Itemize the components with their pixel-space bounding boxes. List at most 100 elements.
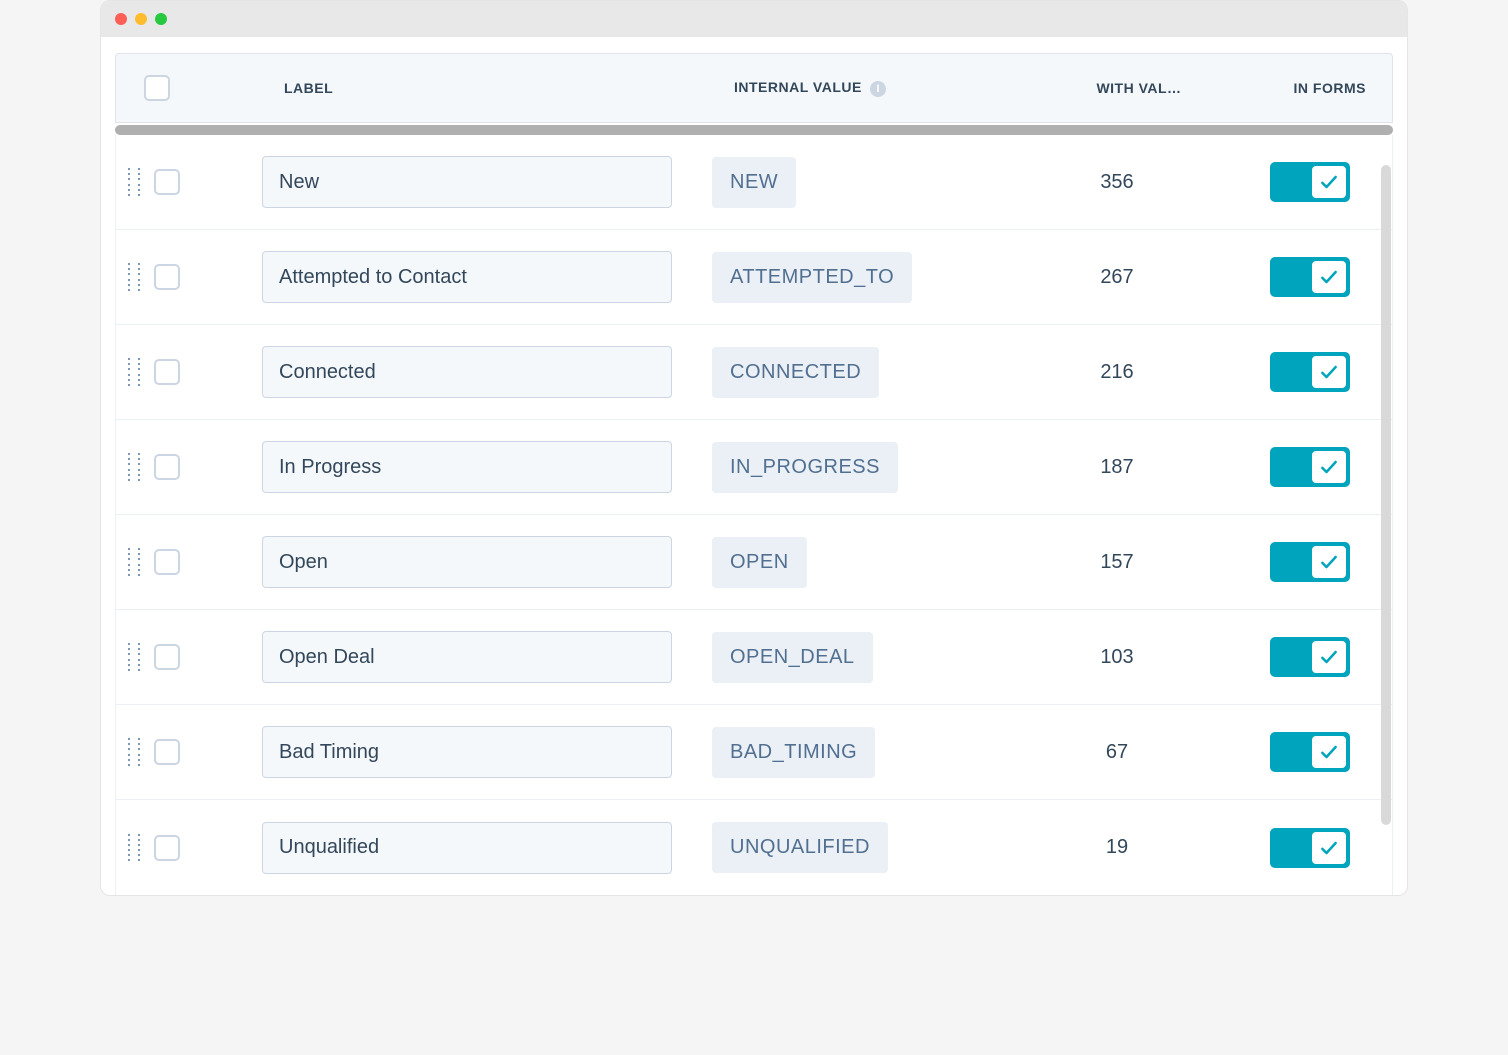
- label-cell: [262, 156, 712, 208]
- column-header-label[interactable]: LABEL: [284, 80, 734, 96]
- toggle-cell: [1202, 732, 1362, 772]
- in-forms-toggle[interactable]: [1270, 352, 1350, 392]
- table-row: IN_PROGRESS187: [116, 420, 1392, 515]
- check-icon: [1319, 647, 1339, 667]
- toggle-cell: [1202, 162, 1362, 202]
- header-checkbox-cell: [144, 75, 284, 101]
- check-icon: [1319, 457, 1339, 477]
- label-input[interactable]: [262, 822, 672, 874]
- toggle-cell: [1202, 447, 1362, 487]
- toggle-knob: [1311, 735, 1347, 769]
- titlebar: [101, 1, 1407, 37]
- row-checkbox[interactable]: [154, 549, 180, 575]
- toggle-knob: [1311, 355, 1347, 389]
- internal-value-cell: NEW: [712, 157, 1032, 208]
- content-area: LABEL INTERNAL VALUE i WITH VAL… IN FORM…: [101, 37, 1407, 895]
- in-forms-toggle[interactable]: [1270, 828, 1350, 868]
- row-checkbox[interactable]: [154, 644, 180, 670]
- in-forms-toggle[interactable]: [1270, 732, 1350, 772]
- toggle-cell: [1202, 257, 1362, 297]
- drag-handle-icon[interactable]: [128, 168, 140, 196]
- internal-value: OPEN_DEAL: [712, 632, 873, 683]
- label-cell: [262, 346, 712, 398]
- internal-value-cell: BAD_TIMING: [712, 727, 1032, 778]
- select-all-checkbox[interactable]: [144, 75, 170, 101]
- count-cell: 356: [1032, 171, 1202, 194]
- row-handle-cell: [122, 643, 262, 671]
- row-checkbox[interactable]: [154, 169, 180, 195]
- row-handle-cell: [122, 168, 262, 196]
- toggle-knob: [1311, 450, 1347, 484]
- toggle-knob: [1311, 640, 1347, 674]
- internal-value-cell: IN_PROGRESS: [712, 442, 1032, 493]
- info-icon[interactable]: i: [870, 81, 886, 97]
- row-handle-cell: [122, 453, 262, 481]
- check-icon: [1319, 362, 1339, 382]
- label-input[interactable]: [262, 346, 672, 398]
- row-checkbox[interactable]: [154, 835, 180, 861]
- drag-handle-icon[interactable]: [128, 453, 140, 481]
- count-cell: 103: [1032, 646, 1202, 669]
- internal-value-cell: UNQUALIFIED: [712, 822, 1032, 873]
- check-icon: [1319, 267, 1339, 287]
- drag-handle-icon[interactable]: [128, 643, 140, 671]
- drag-handle-icon[interactable]: [128, 548, 140, 576]
- column-header-in-forms[interactable]: IN FORMS: [1224, 80, 1384, 96]
- table-row: OPEN_DEAL 103: [116, 610, 1392, 705]
- horizontal-scrollbar[interactable]: [115, 125, 1393, 135]
- check-icon: [1319, 552, 1339, 572]
- minimize-window-button[interactable]: [135, 13, 147, 25]
- internal-value-cell: ATTEMPTED_TO: [712, 252, 1032, 303]
- maximize-window-button[interactable]: [155, 13, 167, 25]
- internal-value: OPEN: [712, 537, 807, 588]
- row-handle-cell: [122, 738, 262, 766]
- in-forms-toggle[interactable]: [1270, 162, 1350, 202]
- row-handle-cell: [122, 548, 262, 576]
- count-cell: 267: [1032, 266, 1202, 289]
- table-row: NEW 356: [116, 135, 1392, 230]
- table-header-row: LABEL INTERNAL VALUE i WITH VAL… IN FORM…: [115, 53, 1393, 123]
- drag-handle-icon[interactable]: [128, 358, 140, 386]
- table: LABEL INTERNAL VALUE i WITH VAL… IN FORM…: [115, 53, 1393, 895]
- label-input[interactable]: [262, 251, 672, 303]
- in-forms-toggle[interactable]: [1270, 542, 1350, 582]
- drag-handle-icon[interactable]: [128, 834, 140, 862]
- label-input[interactable]: [262, 726, 672, 778]
- table-row: OPEN 157: [116, 515, 1392, 610]
- row-checkbox[interactable]: [154, 264, 180, 290]
- label-input[interactable]: [262, 156, 672, 208]
- label-input[interactable]: [262, 536, 672, 588]
- toggle-cell: [1202, 828, 1362, 868]
- drag-handle-icon[interactable]: [128, 263, 140, 291]
- check-icon: [1319, 838, 1339, 858]
- column-header-with-value[interactable]: WITH VAL…: [1054, 80, 1224, 96]
- in-forms-toggle[interactable]: [1270, 637, 1350, 677]
- row-handle-cell: [122, 834, 262, 862]
- count-cell: 157: [1032, 551, 1202, 574]
- vertical-scrollbar[interactable]: [1381, 165, 1391, 825]
- label-cell: [262, 822, 712, 874]
- close-window-button[interactable]: [115, 13, 127, 25]
- in-forms-toggle[interactable]: [1270, 257, 1350, 297]
- in-forms-toggle[interactable]: [1270, 447, 1350, 487]
- toggle-cell: [1202, 352, 1362, 392]
- internal-value: ATTEMPTED_TO: [712, 252, 912, 303]
- label-input[interactable]: [262, 631, 672, 683]
- table-row: CONNECTED216: [116, 325, 1392, 420]
- row-checkbox[interactable]: [154, 359, 180, 385]
- table-row: ATTEMPTED_TO 267: [116, 230, 1392, 325]
- label-cell: [262, 726, 712, 778]
- row-checkbox[interactable]: [154, 454, 180, 480]
- drag-handle-icon[interactable]: [128, 738, 140, 766]
- label-input[interactable]: [262, 441, 672, 493]
- internal-value: IN_PROGRESS: [712, 442, 898, 493]
- label-cell: [262, 631, 712, 683]
- row-handle-cell: [122, 358, 262, 386]
- internal-value: CONNECTED: [712, 347, 879, 398]
- column-header-internal-value[interactable]: INTERNAL VALUE i: [734, 79, 1054, 96]
- toggle-cell: [1202, 637, 1362, 677]
- internal-value: NEW: [712, 157, 796, 208]
- row-checkbox[interactable]: [154, 739, 180, 765]
- table-row: UNQUALIFIED19: [116, 800, 1392, 895]
- label-cell: [262, 251, 712, 303]
